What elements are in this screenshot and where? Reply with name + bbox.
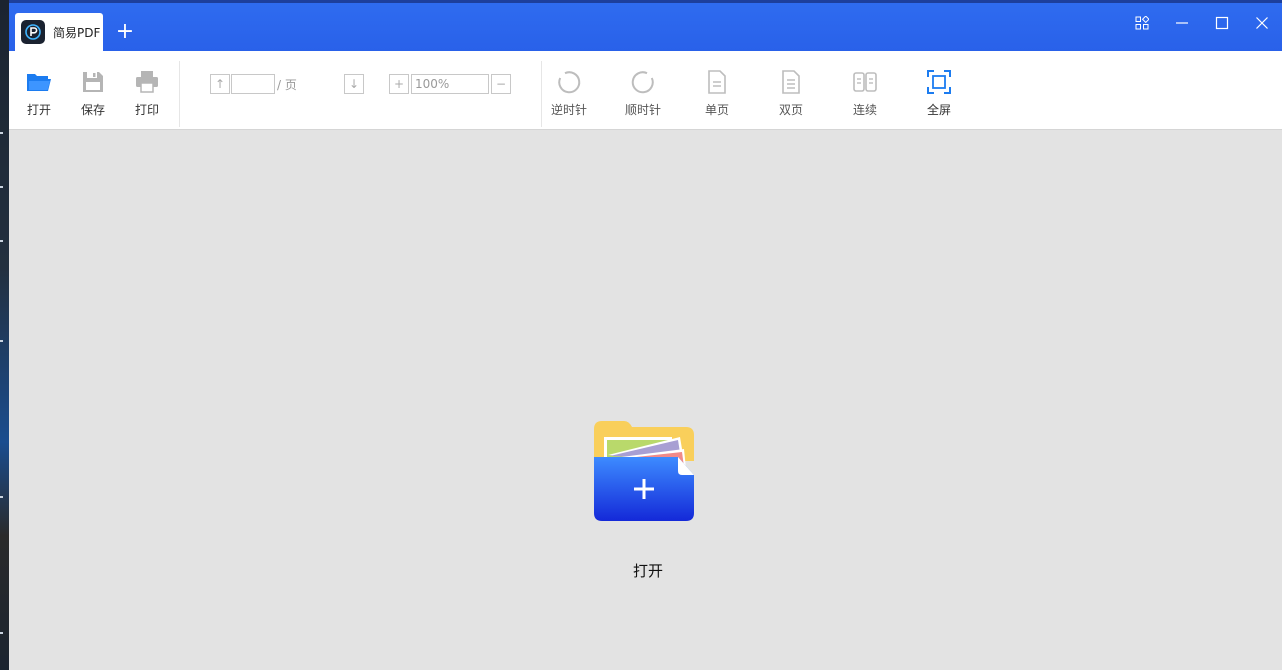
rotate-cw-button[interactable]: 顺时针 [616,69,670,118]
desktop-mark [0,496,3,498]
tab-document[interactable]: 简易PDF [15,13,103,51]
rotate-ccw-button[interactable]: 逆时针 [542,69,596,118]
open-label: 打开 [27,101,51,118]
open-button[interactable]: 打开 [12,69,66,118]
next-page-button[interactable]: ↓ [344,74,364,94]
single-page-icon [703,69,731,95]
maximize-button[interactable] [1202,3,1242,43]
document-area: 打开 [9,131,1282,670]
folder-open-icon [25,69,53,95]
prev-page-button[interactable]: ↑ [210,74,230,94]
toolbar: 打开 保存 打印 [9,51,1282,130]
rotate-ccw-icon [555,69,583,95]
tab-title: 简易PDF [53,24,100,41]
print-label: 打印 [135,101,159,118]
maximize-icon [1215,16,1229,30]
toolbar-divider [179,61,180,127]
app-logo-icon [21,20,45,44]
open-file-label[interactable]: 打开 [609,560,687,581]
save-icon [79,69,107,95]
close-button[interactable] [1242,3,1282,43]
window-controls [1122,3,1282,43]
single-page-button[interactable]: 单页 [690,69,744,118]
print-button[interactable]: 打印 [120,69,174,118]
rotate-ccw-label: 逆时针 [551,101,587,118]
zoom-out-button[interactable]: − [491,74,511,94]
continuous-button[interactable]: 连续 [838,69,892,118]
continuous-icon [851,69,879,95]
title-bar-edge [9,0,1282,3]
double-page-button[interactable]: 双页 [764,69,818,118]
layout-button[interactable] [1122,3,1162,43]
desktop-mark [0,186,3,188]
minimize-icon [1175,16,1189,30]
fullscreen-icon [925,69,953,95]
minimize-button[interactable] [1162,3,1202,43]
fullscreen-label: 全屏 [927,101,951,118]
continuous-label: 连续 [853,101,877,118]
zoom-input[interactable]: 100% [411,74,489,94]
desktop-mark [0,340,3,342]
rotate-cw-label: 顺时针 [625,101,661,118]
layout-icon [1135,16,1149,30]
app-window: 简易PDF + [9,0,1282,670]
fullscreen-button[interactable]: 全屏 [912,69,966,118]
desktop-mark [0,632,3,634]
print-icon [133,69,161,95]
desktop-mark [0,132,3,134]
save-button[interactable]: 保存 [66,69,120,118]
open-file-button[interactable] [594,421,694,521]
add-folder-icon [594,421,694,521]
single-page-label: 单页 [705,101,729,118]
double-page-icon [777,69,805,95]
rotate-cw-icon [629,69,657,95]
double-page-label: 双页 [779,101,803,118]
save-label: 保存 [81,101,105,118]
page-number-input[interactable] [231,74,275,94]
close-icon [1255,16,1269,30]
title-bar[interactable]: 简易PDF + [9,0,1282,51]
desktop-mark [0,240,3,242]
zoom-in-button[interactable]: + [389,74,409,94]
page-separator: / 页 [277,76,297,93]
new-tab-button[interactable]: + [113,20,137,44]
